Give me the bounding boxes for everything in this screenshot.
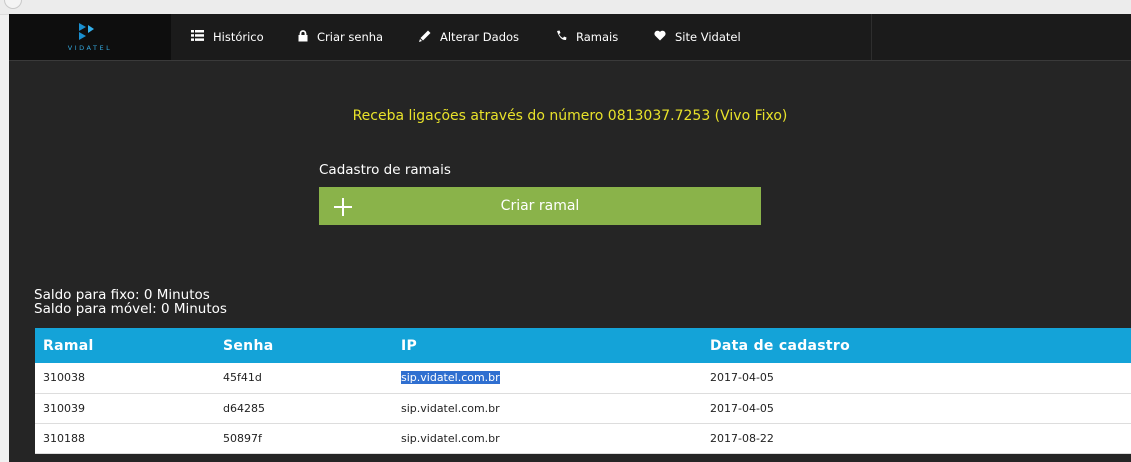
cell-senha: d64285 [223, 401, 265, 415]
create-ramal-button[interactable]: Criar ramal [319, 187, 761, 225]
ramais-table: Ramal Senha IP Data de cadastro 310038 4… [35, 328, 1131, 454]
heart-icon [654, 30, 666, 44]
nav-site-vidatel-label: Site Vidatel [675, 30, 741, 44]
cell-ip: sip.vidatel.com.br [401, 401, 500, 415]
app-container: VIDATEL Histórico Criar senha Alterar Da… [9, 14, 1131, 462]
nav-site-vidatel[interactable]: Site Vidatel [654, 14, 741, 60]
cell-data: 2017-08-22 [710, 431, 774, 445]
cell-ramal: 310188 [43, 431, 85, 445]
section-title: Cadastro de ramais [319, 162, 451, 178]
table-header-row: Ramal Senha IP Data de cadastro [35, 328, 1131, 363]
nav-ramais-label: Ramais [576, 30, 619, 44]
logo-text: VIDATEL [67, 44, 113, 52]
nav-criar-senha[interactable]: Criar senha [298, 14, 383, 60]
table-row[interactable]: 310039 d64285 sip.vidatel.com.br 2017-04… [35, 393, 1131, 423]
saldo-movel: Saldo para móvel: 0 Minutos [34, 301, 227, 317]
cell-senha: 45f41d [223, 371, 262, 385]
selected-ip-text: sip.vidatel.com.br [401, 371, 500, 385]
cell-data: 2017-04-05 [710, 371, 774, 385]
ramais-table-wrapper: Ramal Senha IP Data de cadastro 310038 4… [35, 328, 1131, 454]
table-row[interactable]: 310188 50897f sip.vidatel.com.br 2017-08… [35, 423, 1131, 453]
cell-data: 2017-04-05 [710, 401, 774, 415]
nav-criar-senha-label: Criar senha [317, 30, 384, 44]
promo-message: Receba ligações através do número 081303… [352, 108, 788, 124]
browser-circle-icon [4, 0, 22, 9]
header-senha[interactable]: Senha [215, 328, 393, 363]
header-ip[interactable]: IP [393, 328, 702, 363]
create-ramal-label: Criar ramal [500, 198, 580, 214]
nav-divider [871, 14, 872, 60]
saldo-fixo: Saldo para fixo: 0 Minutos [34, 287, 210, 303]
browser-top-strip [0, 0, 1131, 15]
nav-historico-label: Histórico [213, 30, 264, 44]
phone-icon [556, 30, 567, 44]
table-row[interactable]: 310038 45f41d sip.vidatel.com.br 2017-04… [35, 363, 1131, 393]
top-navbar: VIDATEL Histórico Criar senha Alterar Da… [9, 14, 1131, 61]
vidatel-logo[interactable]: VIDATEL [9, 14, 171, 60]
cell-senha: 50897f [223, 431, 262, 445]
cell-ramal: 310038 [43, 371, 85, 385]
cell-ip: sip.vidatel.com.br [393, 363, 702, 393]
list-icon [191, 30, 204, 44]
header-ramal[interactable]: Ramal [35, 328, 215, 363]
pencil-icon [419, 30, 431, 45]
nav-alterar-dados-label: Alterar Dados [440, 30, 520, 44]
nav-ramais[interactable]: Ramais [556, 14, 618, 60]
lock-icon [298, 29, 308, 45]
cell-ip: sip.vidatel.com.br [401, 431, 500, 445]
header-data-cadastro[interactable]: Data de cadastro [702, 328, 1131, 363]
nav-alterar-dados[interactable]: Alterar Dados [419, 14, 519, 60]
nav-historico[interactable]: Histórico [191, 14, 264, 60]
cell-ramal: 310039 [43, 401, 85, 415]
logo-mark-icon [79, 23, 94, 40]
